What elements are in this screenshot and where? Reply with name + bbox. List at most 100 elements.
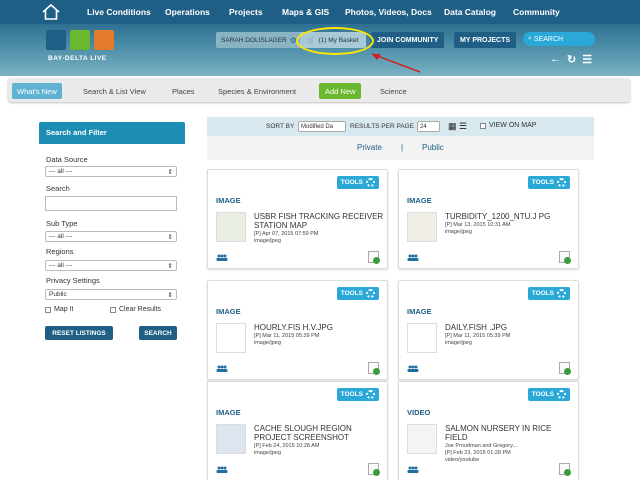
view-on-map-checkbox[interactable]: VIEW ON MAP	[480, 122, 536, 129]
users-icon[interactable]	[216, 365, 228, 372]
card-format: image/jpeg	[445, 340, 472, 346]
card-type: VIDEO	[407, 408, 431, 417]
card-date: [P] Apr 07, 2015 07:59 PM	[254, 231, 319, 237]
privacy-select[interactable]: Public ⇕	[45, 289, 177, 300]
my-projects-button[interactable]: MY PROJECTS	[454, 32, 517, 48]
result-card[interactable]: TOOLS IMAGE TURBIDITY_1200_NTU.J PG [P] Mar…	[398, 169, 579, 269]
search-filter-panel: Search and Filter Data Source --- all --…	[39, 122, 185, 384]
tools-button[interactable]: TOOLS	[336, 176, 379, 189]
card-type: IMAGE	[407, 307, 432, 316]
card-title[interactable]: DAILY.FISH .JPG	[445, 323, 575, 332]
nav-maps-gis[interactable]: Maps & GIS	[282, 7, 329, 17]
add-to-basket-icon[interactable]	[368, 362, 380, 375]
result-card[interactable]: TOOLS IMAGE USBR FISH TRACKING RECEIVER ST…	[207, 169, 388, 269]
logo-bird-icon	[94, 30, 114, 50]
home-icon[interactable]	[41, 2, 61, 22]
card-title[interactable]: TURBIDITY_1200_NTU.J PG	[445, 212, 575, 221]
card-thumbnail[interactable]	[407, 323, 437, 353]
card-type: IMAGE	[407, 196, 432, 205]
card-thumbnail[interactable]	[407, 212, 437, 242]
tools-button[interactable]: TOOLS	[527, 388, 570, 401]
public-link[interactable]: Public	[422, 143, 444, 152]
site-logo[interactable]: BAY-DELTA LIVE	[46, 28, 120, 68]
add-to-basket-icon[interactable]	[559, 362, 571, 375]
card-date: [P] Feb 24, 2015 10:28 AM	[254, 443, 320, 449]
card-title[interactable]: CACHE SLOUGH REGION PROJECT SCREENSHOT	[254, 424, 384, 442]
card-thumbnail[interactable]	[216, 323, 246, 353]
tab-places[interactable]: Places	[172, 83, 195, 99]
refresh-icon[interactable]: ↻	[567, 53, 576, 66]
add-to-basket-icon[interactable]	[368, 463, 380, 476]
private-link[interactable]: Private	[357, 143, 382, 152]
card-thumbnail[interactable]	[216, 424, 246, 454]
reset-listings-button[interactable]: RESET LISTINGS	[45, 326, 113, 340]
nav-operations[interactable]: Operations	[165, 7, 210, 17]
results-per-page-label: RESULTS PER PAGE	[350, 123, 415, 130]
nav-community[interactable]: Community	[513, 7, 560, 17]
clear-results-checkbox[interactable]: Clear Results	[110, 306, 161, 313]
sort-by-select[interactable]: Modified Da	[298, 121, 346, 132]
checkbox-box	[480, 122, 486, 129]
back-arrow-icon[interactable]: ←	[550, 53, 561, 66]
results-per-page-select[interactable]: 24	[417, 121, 440, 132]
list-icon[interactable]: ☰	[582, 53, 592, 66]
list-view-icon[interactable]: ☰	[459, 121, 467, 132]
gear-icon	[557, 289, 566, 298]
privacy-separator: |	[401, 143, 404, 152]
card-format: image/jpeg	[254, 340, 281, 346]
result-card[interactable]: TOOLS IMAGE HOURLY.FIS H.V.JPG [P] Mar 11, …	[207, 280, 388, 380]
card-date: [P] Mar 11, 2015 05:39 PM	[254, 333, 320, 339]
checkbox-box	[45, 306, 51, 313]
result-card[interactable]: TOOLS IMAGE CACHE SLOUGH REGION PROJECT SC…	[207, 381, 388, 480]
header-tool-icons: ← ↻ ☰	[550, 53, 592, 66]
card-author: Joe Proudman and Gregory...	[445, 443, 518, 449]
sort-toolbar: SORT BY Modified Da RESULTS PER PAGE 24 …	[207, 117, 594, 136]
nav-live-conditions[interactable]: Live Conditions	[87, 7, 151, 17]
user-menu-button[interactable]: SARAH DOLISLAGER ⚙	[216, 32, 302, 48]
card-title[interactable]: SALMON NURSERY IN RICE FIELD	[445, 424, 575, 442]
tab-search-list-view[interactable]: Search & List View	[83, 83, 146, 99]
add-to-basket-icon[interactable]	[559, 463, 571, 476]
logo-fish-icon	[46, 30, 66, 50]
nav-photos-videos-docs[interactable]: Photos, Videos, Docs	[345, 7, 432, 17]
tools-button[interactable]: TOOLS	[336, 287, 379, 300]
add-to-basket-icon[interactable]	[559, 251, 571, 264]
data-source-label: Data Source	[46, 155, 88, 164]
card-thumbnail[interactable]	[407, 424, 437, 454]
tab-add-new[interactable]: Add New	[319, 83, 362, 99]
card-title[interactable]: USBR FISH TRACKING RECEIVER STATION MAP	[254, 212, 384, 230]
map-it-checkbox[interactable]: Map It	[45, 306, 73, 313]
tools-button[interactable]: TOOLS	[336, 388, 379, 401]
search-input[interactable]	[45, 196, 177, 211]
result-card[interactable]: TOOLS VIDEO SALMON NURSERY IN RICE FIELD Jo…	[398, 381, 579, 480]
users-icon[interactable]	[407, 365, 419, 372]
users-icon[interactable]	[216, 466, 228, 473]
tools-button[interactable]: TOOLS	[527, 176, 570, 189]
tab-science[interactable]: Science	[380, 83, 407, 99]
grid-view-icon[interactable]: ▦	[448, 121, 457, 132]
subtype-select[interactable]: --- all --- ⇕	[45, 231, 177, 242]
data-source-select[interactable]: --- all --- ⇕	[45, 166, 177, 177]
tab-species-environment[interactable]: Species & Environment	[218, 83, 296, 99]
users-icon[interactable]	[407, 466, 419, 473]
tools-button[interactable]: TOOLS	[527, 287, 570, 300]
card-title[interactable]: HOURLY.FIS H.V.JPG	[254, 323, 384, 332]
logo-text: BAY-DELTA LIVE	[48, 55, 107, 62]
card-thumbnail[interactable]	[216, 212, 246, 242]
search-button[interactable]: SEARCH	[139, 326, 177, 340]
regions-select[interactable]: --- all --- ⇕	[45, 260, 177, 271]
nav-data-catalog[interactable]: Data Catalog	[444, 7, 496, 17]
header-search-button[interactable]: ⌕ SEARCH	[523, 32, 595, 46]
card-type: IMAGE	[216, 307, 241, 316]
result-card[interactable]: TOOLS IMAGE DAILY.FISH .JPG [P] Mar 11, 201…	[398, 280, 579, 380]
add-to-basket-icon[interactable]	[368, 251, 380, 264]
join-community-button[interactable]: JOIN COMMUNITY	[371, 32, 445, 48]
tab-whats-new[interactable]: What's New	[12, 83, 62, 99]
nav-projects[interactable]: Projects	[229, 7, 263, 17]
select-arrows-icon: ⇕	[167, 168, 173, 176]
tools-label: TOOLS	[531, 179, 554, 186]
tools-label: TOOLS	[531, 391, 554, 398]
users-icon[interactable]	[216, 254, 228, 261]
users-icon[interactable]	[407, 254, 419, 261]
red-arrow-annotation	[371, 53, 421, 73]
